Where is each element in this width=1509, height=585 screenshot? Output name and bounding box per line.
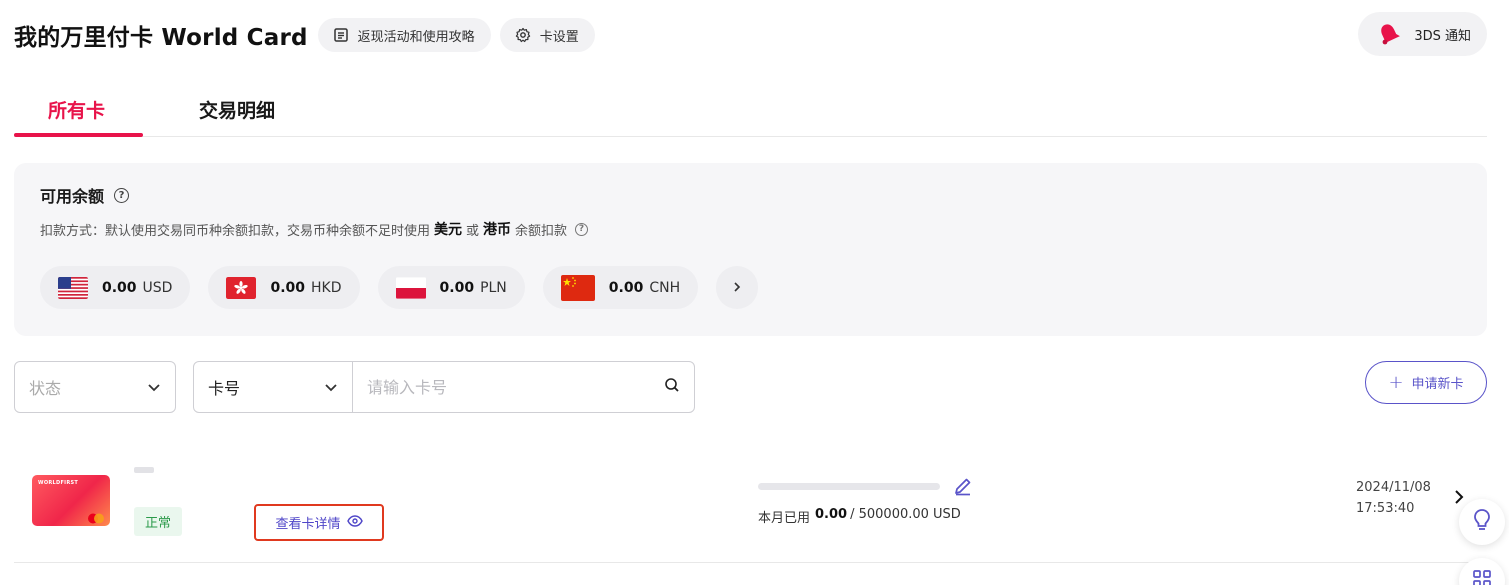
currency-amount: 0.00 (102, 279, 137, 296)
apply-new-card-button[interactable]: + 申请新卡 (1365, 361, 1487, 404)
currency-code: PLN (480, 279, 507, 296)
search-type-select[interactable]: 卡号 (194, 362, 353, 412)
card-thumbnail: WORLDFIRST (32, 475, 110, 526)
3ds-notification-button[interactable]: 3DS 通知 (1358, 12, 1487, 56)
card-date: 2024/11/08 (1356, 480, 1431, 495)
more-currencies-button[interactable] (716, 266, 759, 309)
deduct-currency-hkd: 港币 (483, 222, 512, 238)
deduct-method-text: 扣款方式：默认使用交易同币种余额扣款，交易币种余额不足时使用 美元 或 港币 余… (40, 219, 589, 239)
rebate-guide-label: 返现活动和使用攻略 (357, 29, 475, 45)
usage-amount: 0.00 (815, 507, 848, 522)
page-title: 我的万里付卡 World Card (14, 25, 308, 51)
grid-icon (1472, 569, 1492, 585)
bell-icon (1376, 21, 1402, 47)
us-flag-icon (58, 276, 88, 299)
currency-chip-cnh[interactable]: 0.00 CNH (542, 266, 699, 309)
tab-all-cards[interactable]: 所有卡 (48, 96, 105, 123)
tips-float-button[interactable] (1459, 499, 1505, 545)
plus-icon: + (1388, 372, 1404, 393)
currency-amount: 0.00 (270, 279, 306, 296)
search-icon (664, 377, 680, 397)
balance-title: 可用余额 ? (40, 183, 130, 207)
pl-flag-icon (395, 276, 426, 299)
monthly-usage-text: 本月已用 0.00 / 500000.00 USD (758, 507, 961, 526)
search-type-value: 卡号 (208, 379, 241, 398)
chevron-down-icon (324, 378, 338, 397)
monthly-usage-progress-bar (758, 483, 940, 490)
currency-amount: 0.00 (608, 279, 644, 296)
balance-title-text: 可用余额 (40, 187, 105, 206)
gear-icon (514, 26, 532, 44)
view-card-details-label: 查看卡详情 (275, 517, 341, 532)
card-settings-button[interactable]: 卡设置 (499, 18, 595, 52)
page-header: 我的万里付卡 World Card 返现活动和使用攻略 卡设置 (14, 16, 604, 54)
cn-flag-icon (560, 274, 595, 301)
chevron-down-icon (147, 378, 161, 397)
deduct-suffix: 余额扣款 (515, 223, 568, 239)
balance-panel: 可用余额 ? 扣款方式：默认使用交易同币种余额扣款，交易币种余额不足时使用 美元… (14, 163, 1487, 336)
apply-new-card-label: 申请新卡 (1411, 377, 1464, 392)
view-card-details-link[interactable]: 查看卡详情 (254, 504, 384, 541)
currency-amount: 0.00 (439, 279, 475, 296)
lightbulb-icon (1472, 508, 1492, 536)
status-filter-select[interactable]: 状态 (14, 361, 176, 413)
card-settings-label: 卡设置 (539, 29, 579, 45)
status-filter-placeholder: 状态 (29, 379, 62, 398)
deduct-prefix: 扣款方式：默认使用交易同币种余额扣款，交易币种余额不足时使用 (40, 223, 431, 239)
mastercard-logo-icon (87, 509, 105, 524)
currency-code: HKD (311, 279, 342, 296)
currency-chip-usd[interactable]: 0.00 USD (40, 266, 191, 309)
card-search-group: 卡号 (193, 361, 695, 413)
document-icon (332, 26, 350, 44)
hk-flag-icon (226, 276, 257, 299)
usage-limit: / 500000.00 USD (850, 507, 961, 522)
chevron-right-icon (732, 278, 742, 297)
search-button[interactable] (650, 362, 694, 412)
tab-transactions[interactable]: 交易明细 (199, 96, 275, 123)
3ds-notification-label: 3DS 通知 (1414, 28, 1471, 44)
rebate-guide-button[interactable]: 返现活动和使用攻略 (317, 18, 491, 52)
card-created-datetime: 2024/11/08 17:53:40 (1356, 477, 1431, 519)
help-icon[interactable]: ? (114, 187, 130, 203)
currency-chip-pln[interactable]: 0.00 PLN (377, 266, 525, 309)
edit-limit-icon[interactable] (952, 475, 974, 497)
currency-code: CNH (649, 279, 681, 296)
currency-list: 0.00 USD 0.00 HKD 0.00 PLN 0.00 CNH (40, 266, 759, 309)
currency-code: USD (142, 279, 173, 296)
tab-bar: 所有卡 交易明细 (14, 80, 1487, 137)
usage-label: 本月已用 (758, 511, 811, 526)
eye-icon (346, 514, 363, 531)
card-brand-text: WORLDFIRST (38, 480, 79, 486)
currency-chip-hkd[interactable]: 0.00 HKD (208, 266, 360, 309)
deduct-currency-usd: 美元 (434, 222, 463, 238)
card-number-search-input[interactable] (353, 362, 650, 412)
status-badge: 正常 (134, 507, 183, 536)
active-tab-indicator (14, 133, 143, 137)
card-time: 17:53:40 (1356, 501, 1415, 516)
deduct-or: 或 (466, 223, 480, 239)
deduct-help-icon[interactable]: ? (575, 222, 589, 236)
chevron-right-icon[interactable] (1454, 489, 1464, 510)
card-name-placeholder (134, 467, 154, 473)
card-list-row[interactable]: WORLDFIRST 正常 查看卡详情 本月已用 0.00 / 500000.0… (14, 445, 1487, 563)
